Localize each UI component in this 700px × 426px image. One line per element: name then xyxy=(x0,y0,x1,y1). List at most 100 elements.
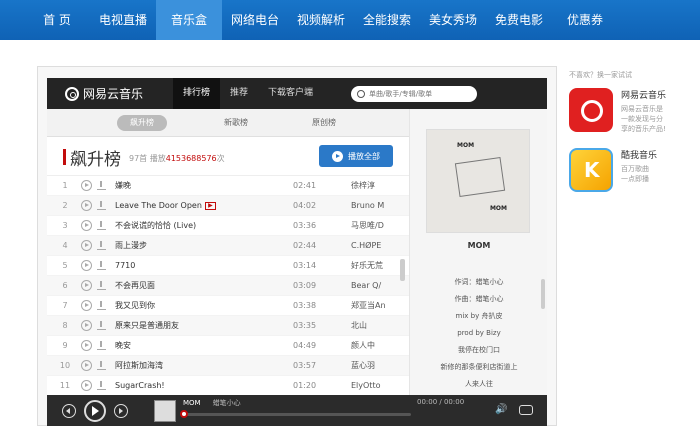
download-icon[interactable] xyxy=(97,201,106,210)
tab-charts[interactable]: 排行榜 xyxy=(173,78,221,109)
play-all-label: 播放全部 xyxy=(348,151,380,161)
song-row[interactable]: 1 嫌晚 02:41 徐梓淳 xyxy=(47,176,409,196)
next-icon[interactable] xyxy=(114,403,128,418)
play-icon[interactable] xyxy=(81,340,92,351)
tab-recommend[interactable]: 推荐 xyxy=(220,78,258,109)
song-row[interactable]: 11 SugarCrash! 01:20 ElyOtto xyxy=(47,376,409,395)
song-duration: 03:14 xyxy=(293,261,317,270)
download-icon[interactable] xyxy=(97,301,106,310)
song-row[interactable]: 5 7710 03:14 好乐无荒 xyxy=(47,256,409,276)
download-icon[interactable] xyxy=(97,221,106,230)
subtab-rising[interactable]: 飙升榜 xyxy=(117,114,167,131)
play-icon[interactable] xyxy=(81,180,92,191)
volume-icon[interactable]: 🔊 xyxy=(495,405,507,415)
netease-app-icon[interactable] xyxy=(569,88,613,132)
lyrics-scrollbar[interactable] xyxy=(541,279,545,309)
nav-video-parse[interactable]: 视频解析 xyxy=(288,0,354,40)
nav-radio[interactable]: 网络电台 xyxy=(222,0,288,40)
song-name[interactable]: 7710 xyxy=(115,261,293,270)
song-name[interactable]: 不会说谎的恰恰 (Live) xyxy=(115,220,293,231)
search-icon[interactable] xyxy=(357,89,366,98)
song-artist[interactable]: Bruno M xyxy=(351,201,397,210)
play-icon[interactable] xyxy=(81,320,92,331)
nav-music-box[interactable]: 音乐盒 xyxy=(156,0,222,40)
nav-movies[interactable]: 免费电影 xyxy=(486,0,552,40)
nav-tv-live[interactable]: 电视直播 xyxy=(90,0,156,40)
song-name[interactable]: SugarCrash! xyxy=(115,381,293,390)
download-icon[interactable] xyxy=(97,281,106,290)
song-name[interactable]: 阿拉斯加海湾 xyxy=(115,360,293,371)
download-icon[interactable] xyxy=(97,241,106,250)
plays-suffix: 次 xyxy=(216,154,225,163)
song-name[interactable]: 我又见到你 xyxy=(115,300,293,311)
song-artist[interactable]: 郑亚当An xyxy=(351,300,397,311)
nav-show[interactable]: 美女秀场 xyxy=(420,0,486,40)
play-icon[interactable] xyxy=(81,280,92,291)
app-netease[interactable]: 网易云音乐 网易云音乐是 一款发现与分 享的音乐产品! xyxy=(569,88,700,134)
app-name[interactable]: 网易云音乐 xyxy=(621,88,666,101)
subtab-new[interactable]: 新歌榜 xyxy=(199,115,273,131)
tab-download-client[interactable]: 下载客户端 xyxy=(258,78,323,109)
nav-coupons[interactable]: 优惠券 xyxy=(552,0,618,40)
progress-track[interactable] xyxy=(183,413,411,416)
song-row[interactable]: 2 Leave The Door Open ▶ 04:02 Bruno M xyxy=(47,196,409,216)
song-duration: 03:36 xyxy=(293,221,317,230)
song-row[interactable]: 10 阿拉斯加海湾 03:57 蓝心羽 xyxy=(47,356,409,376)
song-name[interactable]: 原来只是普通朋友 xyxy=(115,320,293,331)
app-kuwo[interactable]: 酷我音乐 百万歌曲 一点即播 xyxy=(569,148,700,192)
playback-time: 00:00 / 00:00 xyxy=(417,398,465,406)
netease-logo[interactable]: 网易云音乐 xyxy=(65,85,173,102)
download-icon[interactable] xyxy=(97,341,106,350)
song-index: 3 xyxy=(62,221,68,230)
app-name[interactable]: 酷我音乐 xyxy=(621,148,657,161)
song-duration: 02:44 xyxy=(293,241,317,250)
song-name[interactable]: 不会再见面 xyxy=(115,280,293,291)
song-artist[interactable]: ElyOtto xyxy=(351,381,397,390)
download-icon[interactable] xyxy=(97,361,106,370)
play-icon[interactable] xyxy=(81,200,92,211)
song-list-scrollbar[interactable] xyxy=(400,259,405,281)
song-artist[interactable]: 马思唯/D xyxy=(351,220,397,231)
search-input[interactable] xyxy=(369,89,470,98)
download-icon[interactable] xyxy=(97,321,106,330)
song-artist[interactable]: 好乐无荒 xyxy=(351,260,397,271)
download-icon[interactable] xyxy=(97,181,106,190)
song-artist[interactable]: Bear Q/ xyxy=(351,281,397,290)
nav-home[interactable]: 首 页 xyxy=(24,0,90,40)
play-icon[interactable] xyxy=(81,380,92,391)
song-row[interactable]: 3 不会说谎的恰恰 (Live) 03:36 马思唯/D xyxy=(47,216,409,236)
song-artist[interactable]: 徐梓淳 xyxy=(351,180,397,191)
play-icon[interactable] xyxy=(81,260,92,271)
song-name[interactable]: 嫌晚 xyxy=(115,180,293,191)
mv-icon[interactable]: ▶ xyxy=(204,201,216,210)
subtab-original[interactable]: 原创榜 xyxy=(287,115,361,131)
song-name[interactable]: 晚安 xyxy=(115,340,293,351)
download-icon[interactable] xyxy=(97,381,106,390)
song-row[interactable]: 8 原来只是普通朋友 03:35 北山 xyxy=(47,316,409,336)
play-icon[interactable] xyxy=(81,240,92,251)
song-name[interactable]: 雨上漫步 xyxy=(115,240,293,251)
play-icon[interactable] xyxy=(81,300,92,311)
play-icon[interactable] xyxy=(81,360,92,371)
song-row[interactable]: 7 我又见到你 03:38 郑亚当An xyxy=(47,296,409,316)
play-all-button[interactable]: 播放全部 xyxy=(319,145,393,167)
song-name[interactable]: Leave The Door Open ▶ xyxy=(115,201,293,210)
app-desc-line: 一款发现与分 xyxy=(621,115,663,123)
nav-search[interactable]: 全能搜索 xyxy=(354,0,420,40)
now-playing-singer[interactable]: 蜡笔小心 xyxy=(213,399,241,407)
song-row[interactable]: 6 不会再见面 03:09 Bear Q/ xyxy=(47,276,409,296)
song-artist[interactable]: 北山 xyxy=(351,320,397,331)
song-index: 4 xyxy=(62,241,68,250)
play-icon[interactable] xyxy=(84,399,106,422)
song-artist[interactable]: C.HØPE xyxy=(351,241,397,250)
song-row[interactable]: 9 晚安 04:49 颜人中 xyxy=(47,336,409,356)
loop-icon[interactable] xyxy=(519,405,533,415)
previous-icon[interactable] xyxy=(62,403,76,418)
download-icon[interactable] xyxy=(97,261,106,270)
song-artist[interactable]: 蓝心羽 xyxy=(351,360,397,371)
kuwo-app-icon[interactable] xyxy=(569,148,613,192)
play-icon[interactable] xyxy=(81,220,92,231)
song-row[interactable]: 4 雨上漫步 02:44 C.HØPE xyxy=(47,236,409,256)
song-artist[interactable]: 颜人中 xyxy=(351,340,397,351)
progress-knob[interactable] xyxy=(180,410,188,418)
